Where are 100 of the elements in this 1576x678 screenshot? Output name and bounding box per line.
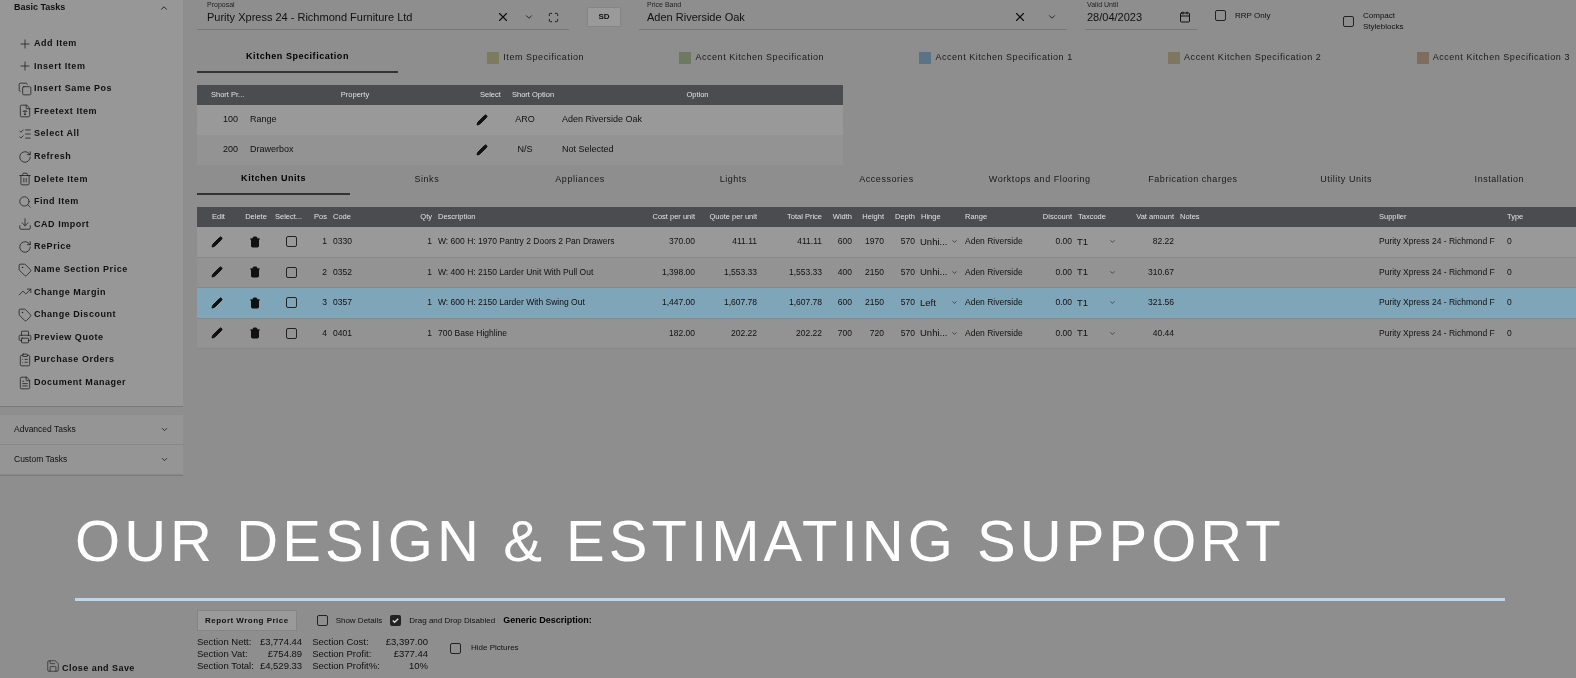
table-cell-text: 1,553.33	[722, 265, 758, 279]
checkbox[interactable]	[390, 615, 402, 626]
unit-tab[interactable]: Lights	[656, 165, 810, 195]
dropdown-value[interactable]: T1	[1077, 234, 1089, 249]
accordion-header[interactable]: Advanced Tasks	[0, 414, 183, 445]
table-cell-text: 1	[426, 326, 433, 340]
checkbox[interactable]	[450, 642, 461, 654]
task-link[interactable]: Purchase Orders	[34, 353, 115, 367]
spec-tab[interactable]: Kitchen Specification	[197, 43, 398, 73]
checkbox[interactable]	[285, 327, 297, 339]
edit-icon[interactable]	[211, 235, 223, 248]
task-link[interactable]: Change Discount	[34, 308, 117, 322]
task-link[interactable]: Select All	[34, 127, 80, 141]
spec-tab[interactable]: Item Specification	[481, 43, 591, 73]
banner-heading: OUR DESIGN & ESTIMATING SUPPORT	[75, 507, 1285, 575]
task-link[interactable]: Document Manager	[34, 376, 127, 390]
trash-icon[interactable]	[248, 327, 261, 340]
dropdown-value[interactable]: Unhi...	[920, 234, 948, 249]
document-icon	[18, 375, 32, 390]
dropdown-value[interactable]: T1	[1077, 326, 1089, 341]
expand-icon[interactable]	[548, 11, 559, 23]
spec-tab[interactable]: Accent Kitchen Specification	[673, 43, 831, 73]
table-row[interactable]: 3 0357 1 W: 600 H: 2150 Larder With Swing Out 1,447.00 1,607.78 1,607.78 600 2150 570 Left Aden Riverside 0.00 T1 321.56 Purity Xpress 24 - Richmond F 0	[197, 288, 1576, 319]
dropdown-value[interactable]: Unhi...	[920, 265, 948, 280]
table-row[interactable]: 4 0401 1 700 Base Highline 182.00 202.22 202.22 700 720 570 Unhi... Aden Riverside 0.00 T1 40.44 Purity Xpress 24 - Richmond F 0	[197, 318, 1576, 349]
trash-icon[interactable]	[248, 296, 261, 309]
caret-icon[interactable]	[951, 329, 958, 337]
table-cell-text: Purity Xpress 24 - Richmond F	[1378, 326, 1496, 340]
spec-tab[interactable]: Accent Kitchen Specification 1	[913, 43, 1079, 73]
table-row[interactable]: 1 0330 1 W: 600 H: 1970 Pantry 2 Doors 2 Pan Drawers 370.00 411.11 411.11 600 1970 570 Unhi... Aden Riverside 0.00 T1 82.22 Purity Xpress 24 - Richmond F 0	[197, 227, 1576, 258]
task-link[interactable]: Insert Item	[34, 59, 86, 74]
caret-icon[interactable]	[1109, 329, 1116, 337]
unit-tab[interactable]: Fabrication charges	[1116, 165, 1270, 195]
unit-tab[interactable]: Kitchen Units	[197, 165, 351, 195]
refresh-icon	[18, 149, 32, 164]
table-row[interactable]: 2 0352 1 W: 400 H: 2150 Larder Unit With Pull Out 1,398.00 1,553.33 1,553.33 400 2150 570 Unhi... Aden Riverside 0.00 T1 310.67 Purity Xpress 24 - Richmond F 0	[197, 257, 1576, 288]
task-link[interactable]: Freetext Item	[34, 104, 98, 119]
table-cell-text: 370.00	[668, 235, 696, 249]
checkbox[interactable]	[285, 297, 297, 309]
table-cell-text: 0.00	[1054, 296, 1073, 310]
option-label: Hide Pictures	[471, 642, 519, 654]
total-value: 10%	[408, 660, 428, 672]
edit-icon[interactable]	[211, 296, 223, 309]
trash-icon[interactable]	[248, 266, 261, 279]
unit-tab[interactable]: Accessories	[809, 165, 964, 195]
close-save-link[interactable]: Close and Save	[62, 661, 135, 675]
dropdown-value[interactable]: T1	[1077, 295, 1089, 310]
edit-icon[interactable]	[476, 114, 488, 126]
task-link[interactable]: Preview Quote	[34, 330, 104, 345]
dropdown-value[interactable]: Unhi...	[920, 326, 948, 341]
table-cell-text: 0	[1506, 265, 1513, 279]
unit-tab[interactable]: Installation	[1422, 165, 1576, 195]
edit-icon[interactable]	[211, 327, 223, 340]
unit-tab[interactable]: Utility Units	[1269, 165, 1423, 195]
table-cell-text: Aden Riverside	[964, 265, 1024, 279]
table-cell-text: 400	[836, 265, 853, 279]
spec-tab[interactable]: Accent Kitchen Specification 3	[1410, 43, 1576, 73]
table-cell-text: 570	[899, 296, 916, 310]
task-link[interactable]: CAD Import	[34, 217, 90, 232]
task-link[interactable]: Find Item	[34, 195, 79, 209]
edit-icon[interactable]	[476, 144, 488, 156]
checkbox[interactable]	[316, 615, 328, 626]
task-link[interactable]: Name Section Price	[34, 263, 128, 277]
task-link[interactable]: Refresh	[34, 150, 72, 164]
task-link[interactable]: Change Margin	[34, 285, 107, 300]
table-cell-text: 2150	[864, 296, 885, 310]
total-label: Section Profit%:	[312, 660, 380, 672]
report-button[interactable]: Report Wrong Price	[197, 610, 297, 631]
edit-icon[interactable]	[211, 266, 223, 279]
tag-icon	[18, 307, 32, 322]
checkbox[interactable]	[285, 236, 297, 248]
table-cell-text: 1,447.00	[660, 296, 696, 310]
caret-icon[interactable]	[951, 299, 958, 307]
checkbox[interactable]	[285, 266, 297, 278]
table-cell-text: 2	[321, 265, 328, 279]
caret-icon[interactable]	[1109, 299, 1116, 307]
task-link[interactable]: Insert Same Pos	[34, 82, 113, 96]
caret-icon[interactable]	[951, 268, 958, 276]
dropdown-value[interactable]: Left	[920, 295, 936, 310]
caret-icon[interactable]	[1109, 238, 1116, 246]
checkbox[interactable]	[1215, 10, 1226, 21]
checkbox[interactable]	[1343, 15, 1354, 27]
chevron-icon[interactable]	[159, 3, 169, 13]
spec-tab[interactable]: Accent Kitchen Specification 2	[1162, 43, 1328, 73]
accordion-header[interactable]: Custom Tasks	[0, 444, 183, 475]
table-cell-text: 0.00	[1054, 326, 1073, 340]
task-link[interactable]: Delete Item	[34, 172, 88, 187]
unit-tab[interactable]: Sinks	[350, 165, 504, 195]
dropdown-value[interactable]: T1	[1077, 265, 1089, 280]
trash-icon[interactable]	[248, 235, 261, 248]
task-link[interactable]: Add Item	[34, 37, 77, 51]
unit-tab[interactable]: Appliances	[503, 165, 657, 195]
caret-icon[interactable]	[951, 238, 958, 246]
table-cell-text: 1,607.78	[722, 296, 758, 310]
table-cell-text: 0401	[332, 326, 353, 340]
unit-tab[interactable]: Worktops and Flooring	[963, 165, 1117, 195]
calendar-icon[interactable]	[1179, 11, 1191, 24]
task-link[interactable]: RePrice	[34, 240, 72, 254]
caret-icon[interactable]	[1109, 268, 1116, 276]
sd-button[interactable]: SD	[587, 7, 621, 27]
